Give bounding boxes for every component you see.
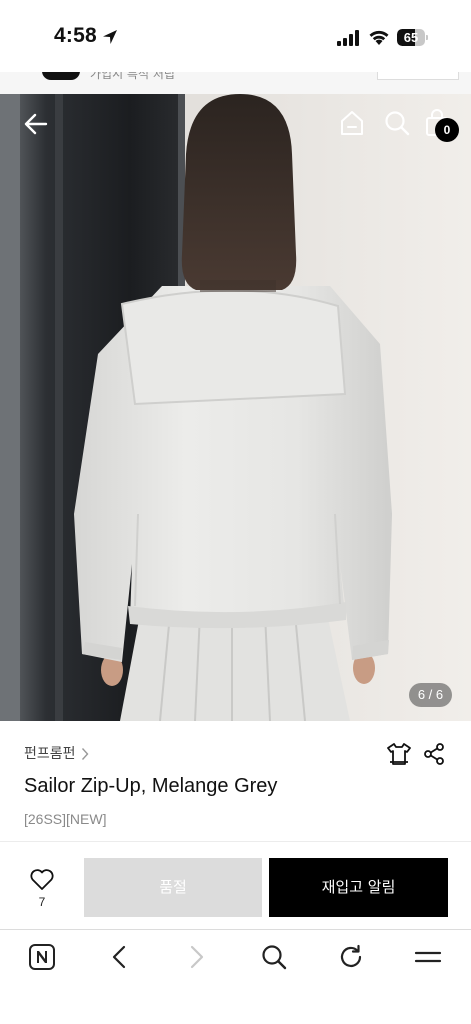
scrolled-header-peek: 가입시 특석 처립	[0, 72, 471, 94]
browser-search-icon	[262, 945, 287, 970]
brand-name: 펀프롬펀	[24, 746, 76, 762]
size-fit-icon[interactable]	[386, 741, 412, 767]
chevron-right-icon	[81, 747, 88, 760]
browser-forward-icon	[190, 945, 204, 969]
browser-search-button[interactable]	[254, 942, 294, 972]
soldout-button: 품절	[84, 858, 262, 917]
restock-alert-button[interactable]: 재입고 알림	[269, 858, 448, 917]
status-bar: 4:58 65	[0, 0, 471, 72]
heart-icon	[30, 869, 54, 890]
header-pill	[42, 72, 80, 80]
image-counter: 6 / 6	[409, 683, 452, 707]
browser-back-button[interactable]	[99, 942, 139, 972]
home-icon[interactable]	[338, 109, 366, 137]
naver-home-button[interactable]	[22, 942, 62, 972]
peek-header-text: 가입시 특석 처립	[90, 72, 175, 81]
reload-button[interactable]	[331, 942, 371, 972]
like-count: 7	[38, 895, 46, 909]
battery-percentage: 65	[403, 30, 419, 45]
wifi-icon	[369, 30, 389, 45]
browser-forward-button[interactable]	[177, 942, 217, 972]
location-arrow-icon	[103, 30, 117, 44]
like-button[interactable]: 7	[20, 868, 64, 912]
menu-button[interactable]	[408, 942, 448, 972]
back-arrow-icon[interactable]	[22, 110, 50, 138]
brand-link[interactable]: 펀프롬펀	[24, 743, 89, 763]
product-tag: [26SS][NEW]	[24, 811, 107, 827]
search-icon[interactable]	[383, 109, 411, 137]
product-title: Sailor Zip-Up, Melange Grey	[24, 775, 278, 797]
header-box	[377, 72, 459, 80]
purchase-action-bar: 7 품절 재입고 알림	[0, 841, 471, 929]
browser-toolbar	[0, 929, 471, 1024]
menu-icon	[414, 951, 442, 963]
reload-icon	[340, 944, 362, 967]
browser-back-icon	[112, 945, 126, 969]
naver-n-icon	[29, 944, 55, 970]
model-back-sweatshirt-photo	[0, 94, 471, 721]
share-icon[interactable]	[423, 743, 445, 765]
cellular-signal-icon	[337, 30, 359, 46]
status-time: 4:58	[54, 24, 97, 47]
product-image[interactable]: 0 6 / 6	[0, 94, 471, 721]
cart-count-badge: 0	[435, 118, 459, 142]
battery-icon: 65	[397, 29, 429, 47]
